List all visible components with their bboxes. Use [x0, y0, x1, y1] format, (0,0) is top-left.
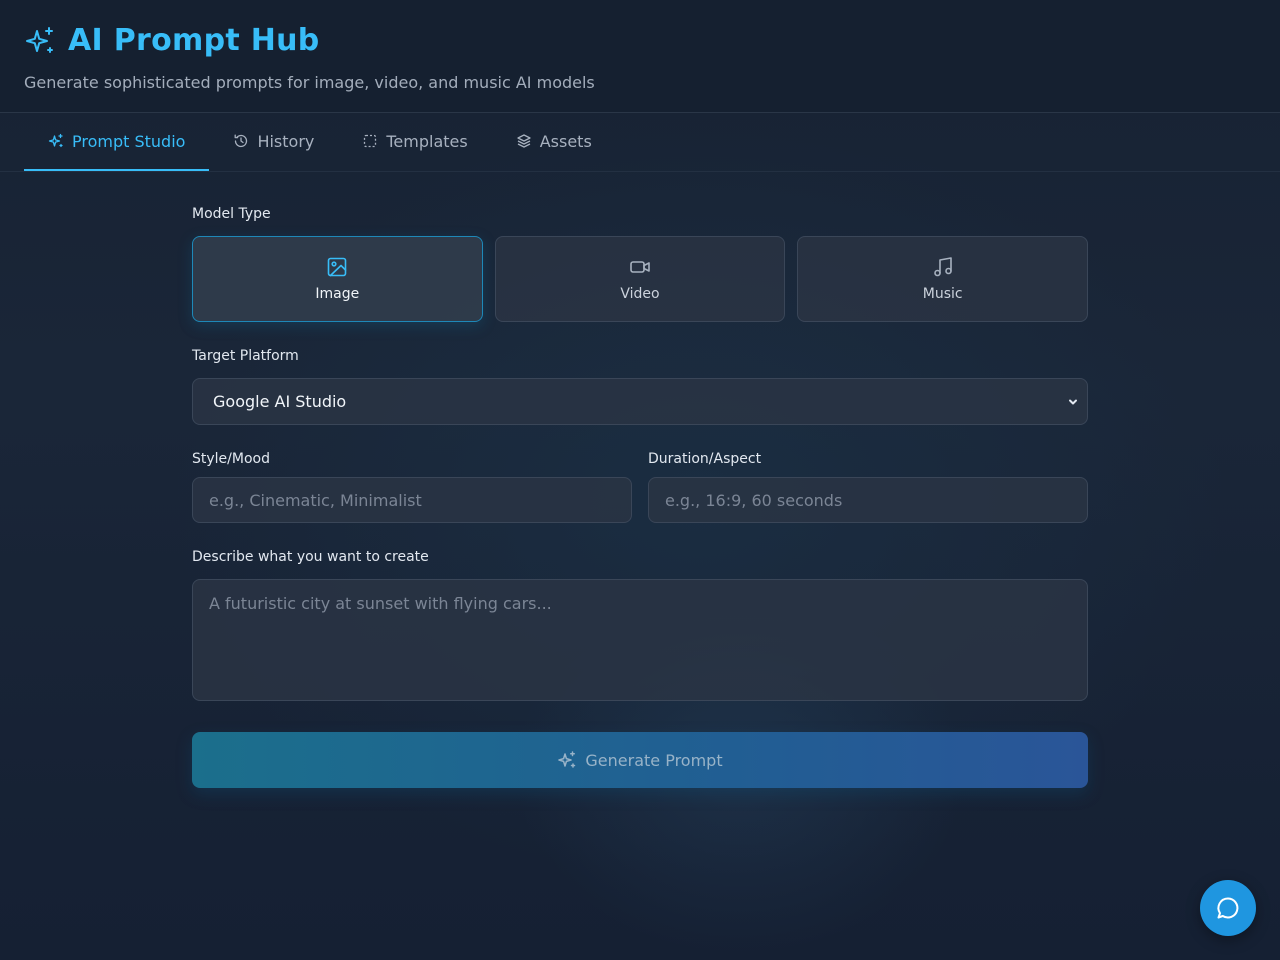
model-type-label: Model Type	[192, 206, 271, 222]
title-row: AI Prompt Hub	[24, 22, 1256, 60]
generate-prompt-label: Generate Prompt	[585, 750, 723, 770]
duration-aspect-placeholder: e.g., 16:9, 60 seconds	[665, 490, 843, 510]
model-type-image[interactable]: Image	[192, 236, 483, 322]
tab-templates[interactable]: Templates	[338, 113, 491, 171]
target-platform-select[interactable]: Google AI Studio	[192, 378, 1088, 425]
model-type-video[interactable]: Video	[494, 236, 786, 322]
tab-prompt-studio[interactable]: Prompt Studio	[24, 113, 210, 171]
app-header: AI Prompt Hub Generate sophisticated pro…	[0, 0, 1280, 113]
model-type-label-image: Image	[315, 286, 360, 302]
app-subtitle: Generate sophisticated prompts for image…	[24, 73, 595, 92]
target-platform-value: Google AI Studio	[213, 392, 347, 411]
style-mood-placeholder: e.g., Cinematic, Minimalist	[209, 490, 422, 510]
music-icon	[933, 257, 952, 277]
chevron-down-icon	[1069, 399, 1077, 404]
tab-history[interactable]: History	[209, 113, 338, 171]
tab-assets[interactable]: Assets	[492, 113, 616, 171]
dashed-square-icon	[364, 134, 377, 148]
sparkles-icon	[48, 133, 63, 148]
model-type-selector: Image Video Music	[192, 236, 1089, 322]
chat-button[interactable]	[1200, 880, 1256, 936]
model-type-label-music: Music	[922, 286, 963, 302]
describe-textarea[interactable]: A futuristic city at sunset with flying …	[192, 579, 1088, 701]
style-mood-label: Style/Mood	[192, 451, 270, 467]
sparkles-icon	[26, 27, 53, 53]
main-tabs: Prompt Studio History Templates Assets	[0, 113, 1280, 172]
target-platform-label: Target Platform	[192, 348, 299, 364]
generate-prompt-button[interactable]: Generate Prompt	[192, 732, 1088, 788]
tab-label: History	[257, 131, 315, 151]
model-type-label-video: Video	[620, 286, 660, 302]
layers-icon	[517, 134, 531, 148]
duration-aspect-label: Duration/Aspect	[648, 451, 762, 467]
image-icon	[328, 257, 347, 277]
chat-bubble-icon	[1217, 897, 1239, 919]
history-icon	[235, 134, 248, 148]
video-icon	[630, 261, 650, 273]
describe-placeholder: A futuristic city at sunset with flying …	[209, 594, 552, 613]
sparkles-icon	[558, 751, 576, 768]
app-title: AI Prompt Hub	[68, 23, 320, 58]
duration-aspect-input[interactable]: e.g., 16:9, 60 seconds	[648, 477, 1088, 523]
tab-label: Prompt Studio	[72, 131, 186, 151]
tab-label: Templates	[386, 131, 468, 151]
tab-label: Assets	[539, 131, 592, 151]
describe-label: Describe what you want to create	[192, 549, 429, 565]
model-type-music[interactable]: Music	[797, 236, 1089, 322]
style-mood-input[interactable]: e.g., Cinematic, Minimalist	[192, 477, 632, 523]
